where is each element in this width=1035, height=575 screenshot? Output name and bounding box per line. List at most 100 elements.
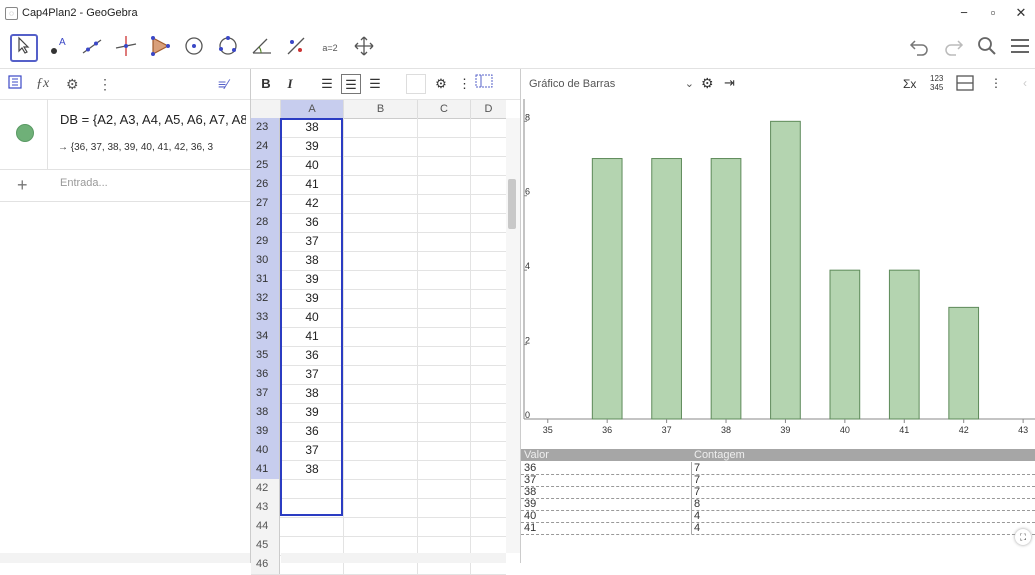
valor-cell: 41 (524, 522, 537, 534)
row-header[interactable]: 39 (251, 422, 280, 441)
object-definition[interactable]: DB = {A2, A3, A4, A5, A6, A7, A8 (60, 112, 246, 127)
close-button[interactable]: ✕ (1010, 4, 1032, 22)
row-header[interactable]: 29 (251, 232, 280, 251)
search-icon[interactable] (973, 34, 1001, 62)
line-tool-icon[interactable] (78, 34, 106, 62)
row-header[interactable]: 36 (251, 365, 280, 384)
move-tool-icon[interactable] (10, 34, 38, 62)
bar-38[interactable] (710, 158, 742, 420)
row-header[interactable]: 34 (251, 327, 280, 346)
undo-icon[interactable] (905, 34, 933, 62)
sheet-settings-icon[interactable]: ⚙ (431, 74, 451, 94)
circle-three-points-icon[interactable] (214, 34, 242, 62)
spreadsheet-hscroll[interactable] (281, 553, 506, 563)
cell-divider (417, 156, 418, 175)
bold-button[interactable]: B (257, 74, 275, 94)
contagem-cell: 8 (694, 498, 701, 510)
circle-tool-icon[interactable] (180, 34, 208, 62)
column-header-D[interactable]: D (471, 100, 506, 118)
graph-more-icon[interactable]: ⋮ (990, 76, 1002, 90)
export-icon[interactable]: ⇥ (724, 75, 735, 91)
graph-settings-icon[interactable]: ⚙ (701, 75, 714, 92)
align-right-icon[interactable]: ☰ (365, 74, 385, 94)
sheet-layout-icon[interactable] (473, 74, 495, 94)
reflect-tool-icon[interactable] (282, 34, 310, 62)
fullscreen-icon[interactable]: ⛶ (1015, 529, 1031, 545)
cell-divider (343, 156, 344, 175)
more-options-icon[interactable]: ⋮ (98, 74, 112, 94)
add-plus-icon[interactable]: + (17, 175, 28, 196)
polygon-tool-icon[interactable] (146, 34, 174, 62)
minimize-button[interactable]: − (953, 4, 975, 22)
spreadsheet-vscroll-thumb[interactable] (508, 179, 516, 229)
move-graphics-icon[interactable] (350, 34, 378, 62)
cell-divider (343, 327, 344, 346)
corner-cell[interactable] (251, 100, 281, 118)
point-tool-icon[interactable]: A (44, 34, 72, 62)
bar-36[interactable] (591, 158, 623, 420)
bar-40[interactable] (829, 269, 861, 420)
row-header[interactable]: 46 (251, 555, 280, 574)
algebra-input-row[interactable]: + Entrada... (0, 169, 250, 202)
sigma-icon[interactable]: Σx (903, 77, 916, 91)
row-header[interactable]: 35 (251, 346, 280, 365)
valor-cell: 37 (524, 474, 537, 486)
bar-42[interactable] (948, 306, 980, 420)
maximize-button[interactable]: ▫ (982, 4, 1004, 22)
row-header[interactable]: 27 (251, 194, 280, 213)
cell-color-button[interactable] (406, 74, 426, 94)
layout-icon[interactable] (956, 75, 974, 94)
redo-icon[interactable] (940, 34, 968, 62)
cell-divider (470, 384, 471, 403)
row-header[interactable]: 41 (251, 460, 280, 479)
bar-39[interactable] (770, 120, 801, 420)
menu-icon[interactable] (1006, 34, 1034, 62)
row-header[interactable]: 28 (251, 213, 280, 232)
column-header-A[interactable]: A (281, 100, 344, 118)
row-header[interactable]: 24 (251, 137, 280, 156)
row-header[interactable]: 43 (251, 498, 280, 517)
row-header[interactable]: 40 (251, 441, 280, 460)
cell-divider (470, 365, 471, 384)
column-header-C[interactable]: C (418, 100, 471, 118)
algebra-item-DB[interactable]: DB = {A2, A3, A4, A5, A6, A7, A8 → {36, … (0, 99, 250, 170)
row-header[interactable]: 26 (251, 175, 280, 194)
sheet-more-icon[interactable]: ⋮ (458, 74, 471, 94)
algebra-view-icon[interactable] (8, 74, 22, 94)
column-separator (691, 474, 692, 486)
cell-divider (470, 137, 471, 156)
italic-button[interactable]: I (281, 74, 299, 94)
chart-type-select[interactable]: Gráfico de Barras ⌄ (529, 75, 694, 93)
align-center-icon[interactable]: ☰ (341, 74, 361, 94)
slider-tool-icon[interactable]: a=2 (316, 34, 344, 62)
row-header[interactable]: 45 (251, 536, 280, 555)
number-format-icon[interactable]: 123 345 (930, 74, 943, 92)
angle-tool-icon[interactable] (248, 34, 276, 62)
row-header[interactable]: 30 (251, 251, 280, 270)
row-header[interactable]: 42 (251, 479, 280, 498)
visibility-marker[interactable] (0, 99, 48, 169)
cell-divider (417, 403, 418, 422)
settings-gear-icon[interactable]: ⚙ (66, 74, 79, 94)
row-header[interactable]: 32 (251, 289, 280, 308)
cell-divider (417, 346, 418, 365)
collapse-icon[interactable]: ‹ (1023, 76, 1027, 90)
algebra-scrollbar[interactable] (0, 553, 250, 563)
perpendicular-tool-icon[interactable] (112, 34, 140, 62)
column-header-B[interactable]: B (344, 100, 418, 118)
row-header[interactable]: 33 (251, 308, 280, 327)
row-header[interactable]: 38 (251, 403, 280, 422)
align-left-icon[interactable]: ☰ (317, 74, 337, 94)
row-header[interactable]: 31 (251, 270, 280, 289)
algebra-input[interactable]: Entrada... (60, 177, 108, 189)
sort-icon[interactable]: ≡∕ (218, 74, 229, 94)
cell-A[interactable] (281, 517, 343, 536)
row-header[interactable]: 37 (251, 384, 280, 403)
row-header[interactable]: 44 (251, 517, 280, 536)
function-icon[interactable]: ƒx (36, 74, 49, 94)
bar-41[interactable] (888, 269, 920, 420)
visibility-dot-icon[interactable] (16, 124, 34, 142)
bar-37[interactable] (651, 158, 682, 420)
row-header[interactable]: 25 (251, 156, 280, 175)
row-header[interactable]: 23 (251, 118, 280, 137)
